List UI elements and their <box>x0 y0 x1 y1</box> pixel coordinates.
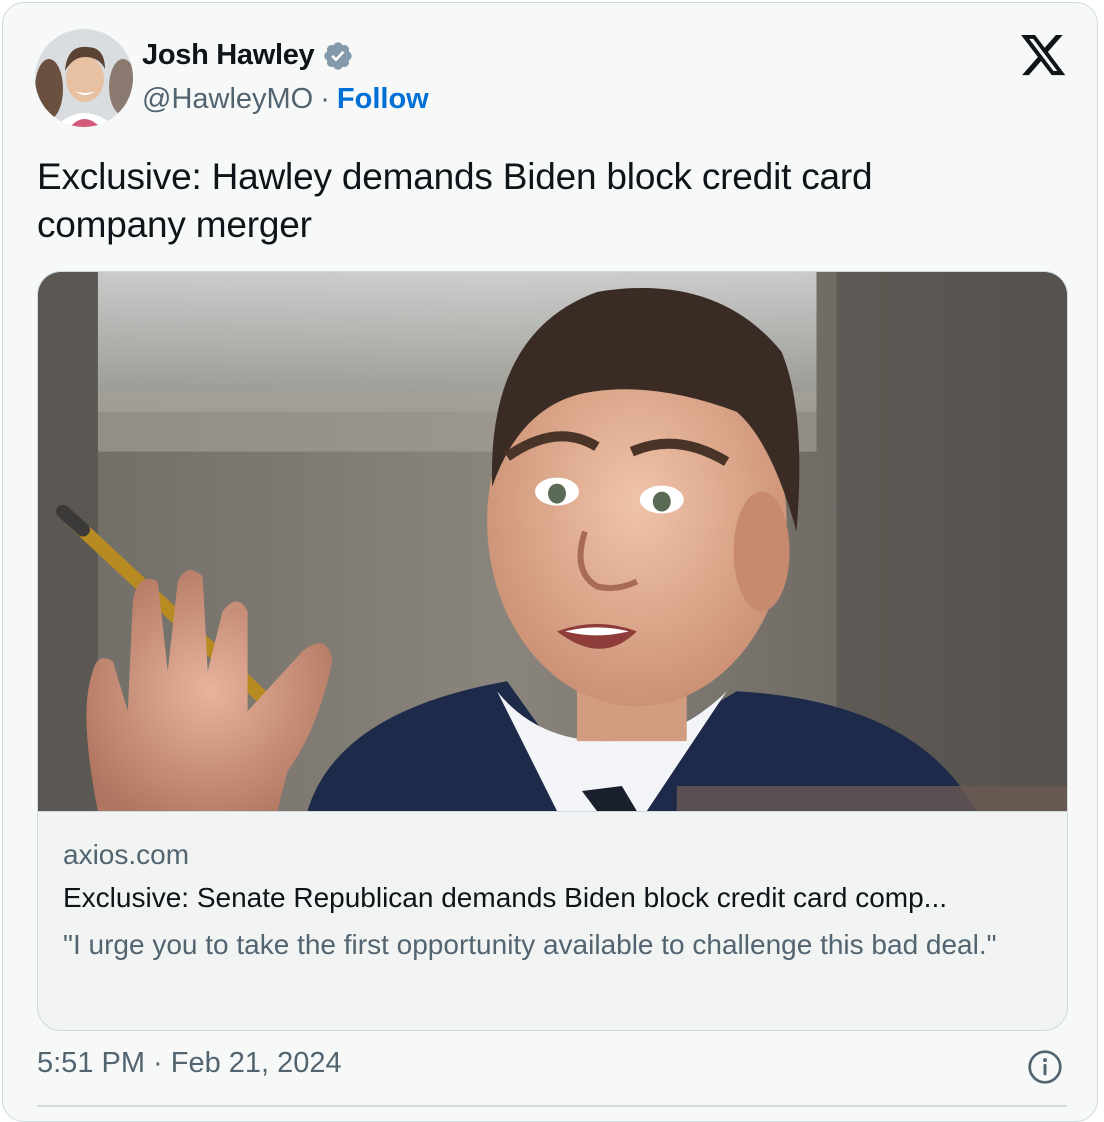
card-title: Exclusive: Senate Republican demands Bid… <box>63 882 948 913</box>
card-domain: axios.com <box>63 839 190 870</box>
follow-button[interactable]: Follow <box>337 83 429 116</box>
handle-row: @HawleyMO · Follow <box>142 83 429 116</box>
author-handle[interactable]: @HawleyMO <box>142 83 313 116</box>
separator-dot: · <box>320 83 330 115</box>
card-description: "I urge you to take the first opportunit… <box>63 929 997 960</box>
verified-badge-icon <box>324 41 353 70</box>
info-icon[interactable] <box>1027 1049 1063 1085</box>
tweet-text: Exclusive: Hawley demands Biden block cr… <box>37 156 873 245</box>
divider <box>37 1105 1067 1107</box>
avatar[interactable] <box>35 29 133 127</box>
tweet-timestamp[interactable]: 5:51 PM · Feb 21, 2024 <box>37 1047 342 1080</box>
embedded-tweet: Josh Hawley @HawleyMO · Follow Exclusive… <box>2 2 1098 1122</box>
card-image[interactable] <box>38 272 1067 812</box>
link-preview-card[interactable]: axios.com Exclusive: Senate Republican d… <box>37 271 1068 1031</box>
author-name[interactable]: Josh Hawley <box>142 39 315 72</box>
author-name-row: Josh Hawley <box>142 39 354 72</box>
x-logo-icon[interactable] <box>1021 35 1067 77</box>
